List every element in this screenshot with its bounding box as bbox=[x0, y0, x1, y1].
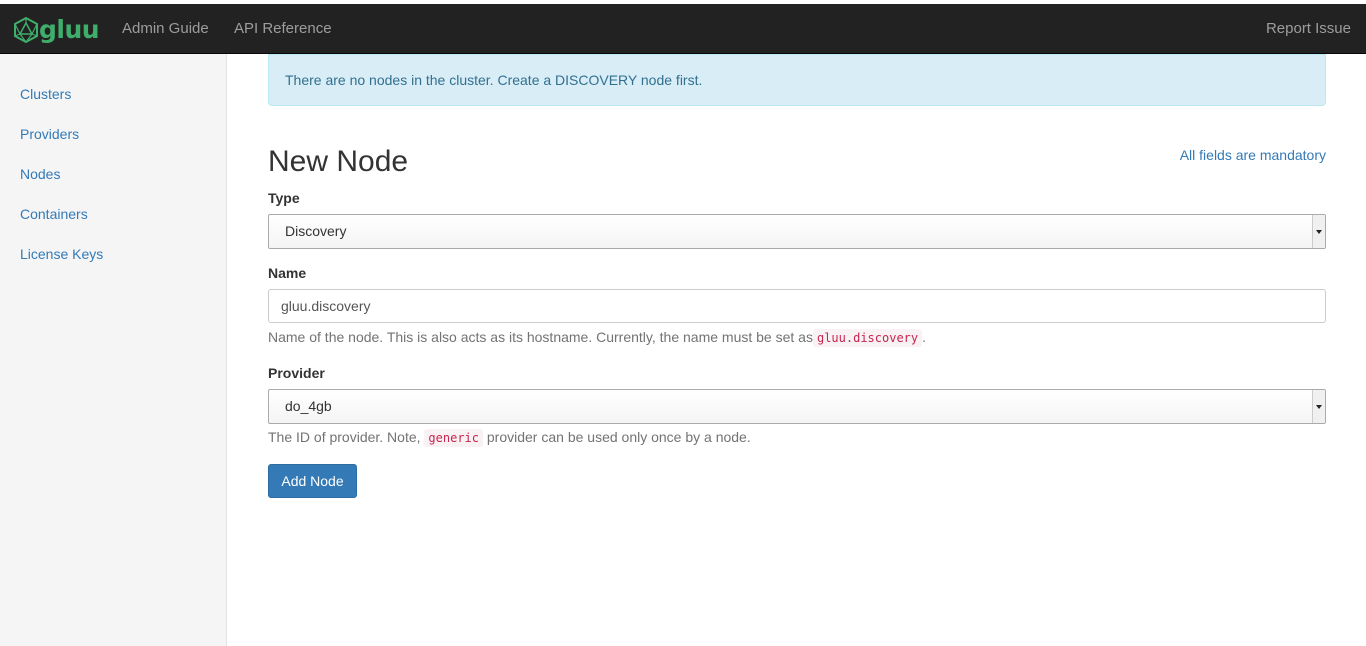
name-input-value: gluu.discovery bbox=[281, 298, 371, 314]
mandatory-note: All fields are mandatory bbox=[1179, 147, 1326, 163]
provider-label: Provider bbox=[268, 365, 325, 381]
caret-down-icon bbox=[1312, 390, 1325, 423]
brand-text: gluu bbox=[39, 15, 100, 44]
sidebar-item-license-keys[interactable]: License Keys bbox=[20, 246, 103, 262]
info-alert: There are no nodes in the cluster. Creat… bbox=[268, 54, 1326, 106]
sidebar-item-providers[interactable]: Providers bbox=[20, 126, 79, 142]
name-help-code: gluu.discovery bbox=[812, 329, 923, 347]
provider-help-text: The ID of provider. Note, bbox=[268, 429, 421, 445]
name-input[interactable]: gluu.discovery bbox=[268, 289, 1326, 323]
brand-logo[interactable]: gluu bbox=[14, 15, 100, 44]
name-help-text: Name of the node. This is also acts as i… bbox=[268, 329, 813, 345]
alert-message: There are no nodes in the cluster. Creat… bbox=[285, 72, 703, 88]
name-label: Name bbox=[268, 265, 307, 281]
icosahedron-logo-icon bbox=[14, 17, 38, 43]
type-select[interactable]: Discovery bbox=[268, 214, 1326, 249]
caret-down-icon bbox=[1312, 215, 1325, 248]
page-title: New Node bbox=[268, 145, 409, 178]
sidebar-item-nodes[interactable]: Nodes bbox=[20, 166, 60, 182]
provider-select[interactable]: do_4gb bbox=[268, 389, 1326, 424]
name-help: Name of the node. This is also acts as i… bbox=[268, 329, 927, 347]
provider-help-code: generic bbox=[424, 429, 483, 447]
add-node-button[interactable]: Add Node bbox=[268, 464, 357, 498]
nav-api-reference[interactable]: API Reference bbox=[234, 4, 332, 54]
type-select-value: Discovery bbox=[285, 223, 347, 239]
name-help-suffix: . bbox=[922, 329, 927, 345]
provider-select-value: do_4gb bbox=[285, 398, 332, 414]
sidebar-item-containers[interactable]: Containers bbox=[20, 206, 88, 222]
nav-admin-guide[interactable]: Admin Guide bbox=[122, 4, 209, 54]
sidebar: Clusters Providers Nodes Containers Lice… bbox=[0, 54, 227, 646]
type-label: Type bbox=[268, 190, 300, 206]
sidebar-item-clusters[interactable]: Clusters bbox=[20, 86, 71, 102]
navbar: gluu Admin Guide API Reference Report Is… bbox=[0, 4, 1366, 54]
nav-report-issue[interactable]: Report Issue bbox=[1266, 4, 1351, 54]
provider-help: The ID of provider. Note, generic provid… bbox=[268, 429, 751, 447]
provider-help-suffix: provider can be used only once by a node… bbox=[486, 429, 751, 445]
